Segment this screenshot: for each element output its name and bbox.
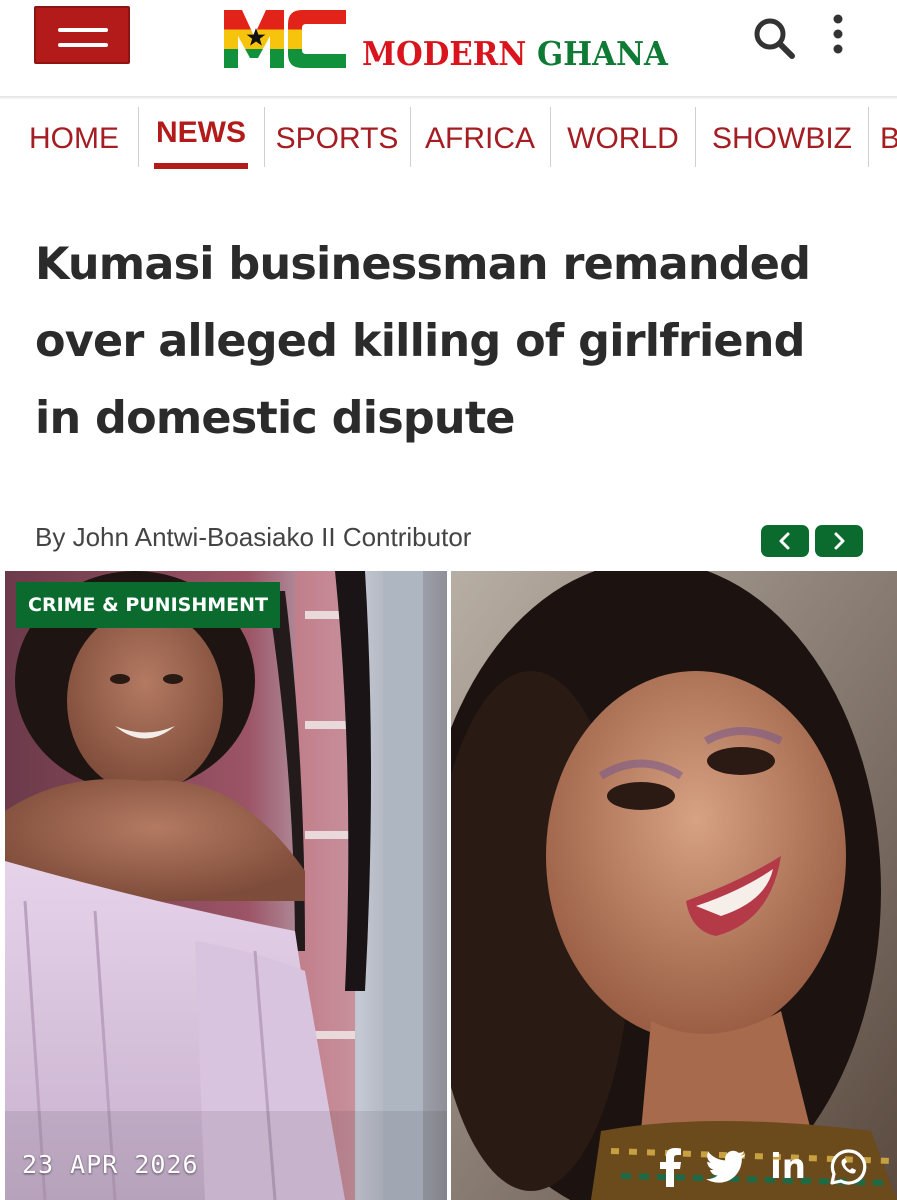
share-twitter-button[interactable] [703,1145,749,1189]
previous-article-button[interactable] [761,525,809,557]
nav-item-showbiz[interactable]: SHOWBIZ [708,99,856,179]
headline-line: in domestic dispute [35,393,515,444]
share-linkedin-button[interactable]: in [766,1145,810,1189]
nav-separator [868,107,869,167]
section-nav: HOME NEWS SPORTS AFRICA WORLD SHOWBIZ B [0,99,897,179]
linkedin-icon: in [770,1147,806,1187]
next-article-button[interactable] [815,525,863,557]
share-whatsapp-button[interactable] [826,1145,870,1189]
active-tab-underline [154,163,248,169]
nav-item-home[interactable]: HOME [22,99,126,179]
menu-bar [58,28,108,32]
logo-word-ghana: GHANA [536,34,668,73]
search-icon[interactable] [750,14,798,62]
hamburger-menu-button[interactable] [34,6,130,64]
nav-item-label: NEWS [156,116,246,149]
nav-item-label: HOME [29,122,119,155]
publish-date: 23 APR 2026 [22,1150,199,1179]
site-logo[interactable]: MODERN GHANA [222,6,682,73]
nav-item-label: B [880,122,897,155]
menu-bar [58,43,108,47]
nav-item-label: SHOWBIZ [712,122,852,155]
twitter-icon [706,1150,746,1183]
article-photo-left [5,571,447,1200]
logo-wordmark: MODERN GHANA [362,34,668,73]
nav-item-sports[interactable]: SPORTS [275,99,399,179]
logo-word-modern: MODERN [362,34,527,73]
chevron-left-icon [779,532,790,550]
nav-item-label: AFRICA [424,122,535,155]
nav-item-business[interactable]: B [880,99,897,179]
nav-separator [550,107,551,167]
category-badge[interactable]: CRIME & PUNISHMENT [16,582,280,628]
site-header: MODERN GHANA [0,0,897,97]
nav-item-label: SPORTS [275,122,399,155]
headline-line: over alleged killing of girlfriend [35,316,806,367]
nav-item-news[interactable]: NEWS [152,99,250,179]
nav-separator [695,107,696,167]
nav-item-world[interactable]: WORLD [563,99,683,179]
share-facebook-button[interactable] [655,1145,685,1189]
article-headline: Kumasi businessman remanded over alleged… [35,226,865,457]
facebook-icon [660,1148,681,1187]
headline-line: Kumasi businessman remanded [35,239,811,290]
nav-item-label: WORLD [567,122,679,155]
nav-item-africa[interactable]: AFRICA [424,99,536,179]
mc-logo-mark [224,10,346,68]
chevron-right-icon [834,532,845,550]
article-byline: By John Antwi-Boasiako II Contributor [35,522,472,552]
nav-separator [138,107,139,167]
nav-separator [264,107,265,167]
nav-separator [410,107,411,167]
whatsapp-icon [830,1149,867,1185]
vertical-dots-icon[interactable] [826,12,850,58]
article-photo-right [451,571,897,1200]
